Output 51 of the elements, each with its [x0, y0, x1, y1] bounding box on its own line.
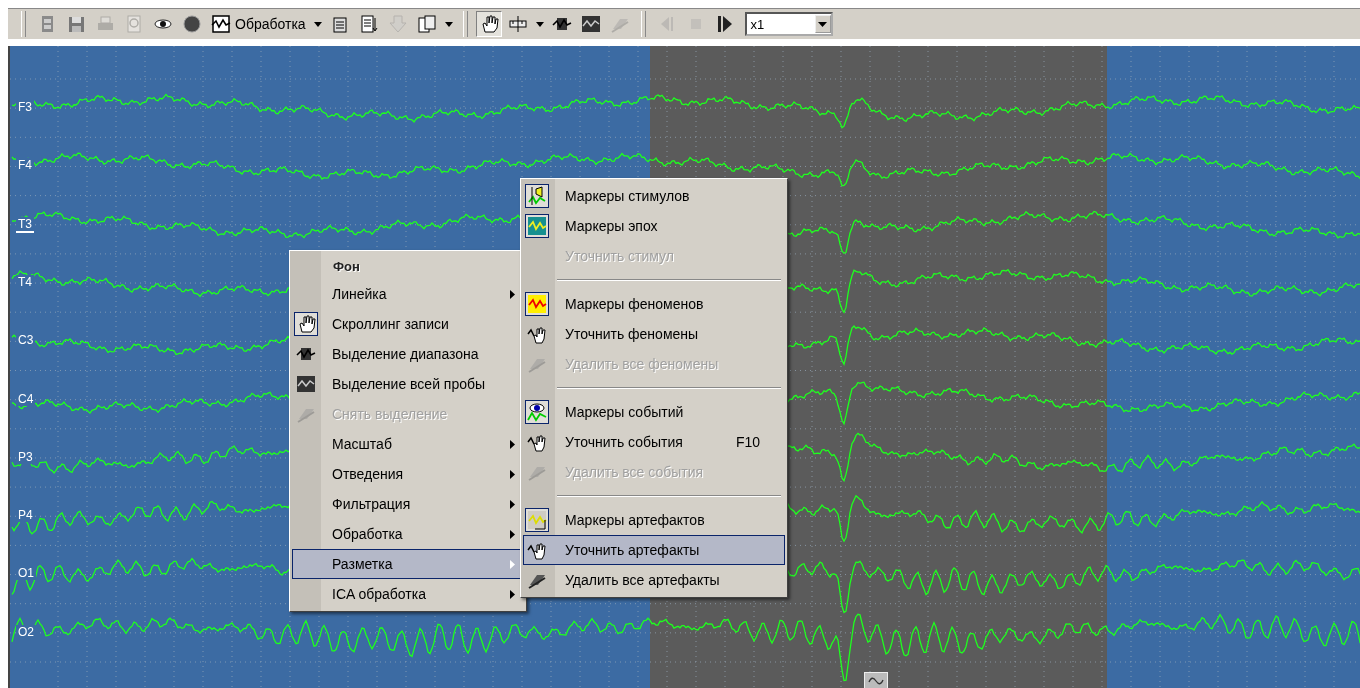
preview-icon [124, 14, 144, 34]
menu-item[interactable]: Маркеры стимулов [523, 181, 785, 211]
channel-label[interactable]: P4 [16, 508, 35, 523]
hand-wave-icon [527, 324, 547, 344]
pages-icon [416, 14, 437, 34]
menu-item[interactable]: Уточнить события F10 [523, 427, 785, 457]
wave-box-icon [580, 14, 601, 34]
wave-icon [527, 294, 547, 314]
menu-item[interactable]: ICA обработка [292, 579, 524, 609]
wave-icon [527, 510, 547, 530]
processing-button[interactable]: Обработка [208, 11, 309, 37]
menu-item[interactable]: Маркеры феноменов [523, 289, 785, 319]
menu-item[interactable]: Маркеры артефактов [523, 505, 785, 535]
menu-item[interactable]: Удалить все артефакты [523, 565, 785, 595]
caret-icon [818, 21, 828, 27]
chart-icon [211, 14, 231, 34]
menu-item[interactable]: Маркеры событий [523, 397, 785, 427]
hand-wave-icon [527, 432, 547, 452]
down-arrow-icon [387, 14, 408, 34]
menu-item[interactable]: Уточнить феномены [523, 319, 785, 349]
wave-icon [527, 216, 547, 236]
menu-item[interactable]: Выделение диапазона [292, 339, 524, 369]
menu-item[interactable]: Скроллинг записи [292, 309, 524, 339]
save-icon [66, 14, 86, 34]
menu-item[interactable]: Масштаб [292, 429, 524, 459]
eye-wave-icon [527, 402, 547, 422]
menu-item[interactable]: Выделение всей пробы [292, 369, 524, 399]
wave-icon [868, 675, 884, 687]
menu-header: Фон [333, 258, 360, 274]
hand-icon [296, 314, 316, 334]
menu-item[interactable]: Маркеры эпох [523, 211, 785, 241]
channel-label[interactable]: O1 [16, 566, 36, 581]
menu-item[interactable]: Отведения [292, 459, 524, 489]
wave-box-icon [296, 374, 316, 394]
toolbar-button[interactable] [475, 11, 502, 37]
hand-wave-icon [527, 540, 547, 560]
caret-icon [444, 21, 453, 27]
channel-label[interactable]: F3 [16, 100, 34, 114]
speaker-wave-icon [527, 186, 547, 206]
menu-item[interactable]: Обработка [292, 519, 524, 549]
menu-item[interactable]: Фильтрация [292, 489, 524, 519]
record-icon [182, 14, 202, 34]
document-icon [358, 14, 379, 34]
ruler-icon [507, 14, 528, 34]
caret-icon [313, 21, 322, 27]
marker-button[interactable] [864, 672, 888, 688]
channel-label[interactable]: C3 [16, 333, 36, 348]
speed-dropdown[interactable]: x1 [744, 12, 833, 36]
menu-item[interactable]: Уточнить артефакты [523, 535, 785, 565]
menu-item[interactable]: Линейка [292, 279, 524, 309]
caret-icon [535, 21, 544, 27]
